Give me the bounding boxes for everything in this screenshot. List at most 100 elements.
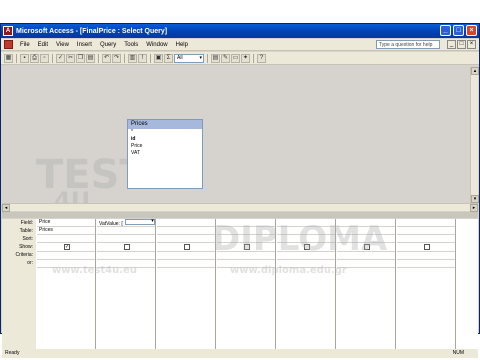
field-list-item[interactable]: VAT (128, 150, 202, 157)
field-cell[interactable] (157, 219, 215, 227)
doc-restore-button[interactable]: □ (457, 40, 466, 49)
field-list-item[interactable]: * (128, 129, 202, 136)
scroll-left-icon[interactable]: ◂ (2, 204, 10, 212)
menu-insert[interactable]: Insert (73, 42, 96, 48)
show-cell[interactable] (397, 244, 455, 252)
show-cell[interactable] (337, 244, 395, 252)
field-cell[interactable]: Price (37, 219, 95, 227)
table-cell[interactable] (97, 227, 155, 235)
field-cell[interactable] (277, 219, 335, 227)
field-list-item[interactable]: Price (128, 143, 202, 150)
sort-cell[interactable] (337, 235, 395, 243)
doc-minimize-button[interactable]: _ (447, 40, 456, 49)
build-icon[interactable]: ✎ (221, 53, 230, 63)
field-cell-text[interactable]: VatValue: [ (99, 221, 123, 227)
show-checkbox[interactable] (304, 244, 310, 250)
help-search-input[interactable]: Type a question for help (376, 40, 440, 49)
spelling-icon[interactable]: ✓ (56, 53, 65, 63)
close-button[interactable]: × (466, 25, 477, 36)
show-checkbox[interactable]: ✓ (64, 244, 70, 250)
database-window-icon[interactable]: ▭ (231, 53, 240, 63)
sort-cell[interactable] (97, 235, 155, 243)
or-cell[interactable] (37, 260, 95, 268)
menu-help[interactable]: Help (172, 42, 192, 48)
redo-icon[interactable]: ↷ (112, 53, 121, 63)
scroll-down-icon[interactable]: ▾ (471, 195, 479, 203)
field-dropdown[interactable] (124, 218, 155, 225)
print-icon[interactable]: ⎙ (30, 53, 39, 63)
pane-divider[interactable] (2, 212, 478, 218)
show-cell[interactable]: ✓ (37, 244, 95, 252)
criteria-cell[interactable] (157, 252, 215, 260)
or-cell[interactable] (337, 260, 395, 268)
criteria-cell[interactable] (97, 252, 155, 260)
sort-cell[interactable] (37, 235, 95, 243)
print-preview-icon[interactable]: ▫ (40, 53, 49, 63)
or-cell[interactable] (217, 260, 275, 268)
show-cell[interactable] (217, 244, 275, 252)
or-cell[interactable] (157, 260, 215, 268)
view-icon[interactable]: ▦ (4, 53, 13, 63)
maximize-button[interactable]: □ (453, 25, 464, 36)
table-cell[interactable] (337, 227, 395, 235)
table-cell[interactable]: Prices (37, 227, 95, 235)
paste-icon[interactable]: ▤ (86, 53, 95, 63)
minimize-button[interactable]: _ (440, 25, 451, 36)
table-cell[interactable] (157, 227, 215, 235)
show-checkbox[interactable] (424, 244, 430, 250)
table-cell[interactable] (397, 227, 455, 235)
field-list-item[interactable]: id (128, 136, 202, 143)
prices-table-box[interactable]: Prices * id Price VAT (127, 119, 203, 189)
criteria-cell[interactable] (397, 252, 455, 260)
criteria-cell[interactable] (277, 252, 335, 260)
doc-close-button[interactable]: × (467, 40, 476, 49)
or-cell[interactable] (397, 260, 455, 268)
table-cell[interactable] (217, 227, 275, 235)
cut-icon[interactable]: ✂ (66, 53, 75, 63)
table-cell[interactable] (277, 227, 335, 235)
menu-edit[interactable]: Edit (34, 42, 52, 48)
menu-view[interactable]: View (52, 42, 73, 48)
or-cell[interactable] (277, 260, 335, 268)
show-cell[interactable] (277, 244, 335, 252)
query-type-icon[interactable]: ▥ (128, 53, 137, 63)
sort-cell[interactable] (157, 235, 215, 243)
upper-vertical-scrollbar[interactable]: ▴ ▾ (470, 67, 479, 203)
or-cell[interactable] (97, 260, 155, 268)
menu-tools[interactable]: Tools (120, 42, 142, 48)
show-checkbox[interactable] (124, 244, 130, 250)
criteria-cell[interactable] (217, 252, 275, 260)
top-values-combo[interactable]: All (174, 53, 204, 63)
field-cell[interactable] (217, 219, 275, 227)
criteria-cell[interactable] (337, 252, 395, 260)
undo-icon[interactable]: ↶ (102, 53, 111, 63)
menu-file[interactable]: File (16, 42, 34, 48)
show-checkbox[interactable] (364, 244, 370, 250)
field-cell[interactable] (397, 219, 455, 227)
new-object-icon[interactable]: ✦ (241, 53, 250, 63)
show-checkbox[interactable] (244, 244, 250, 250)
query-doc-icon[interactable] (4, 40, 13, 49)
criteria-cell[interactable] (37, 252, 95, 260)
sort-cell[interactable] (397, 235, 455, 243)
sort-cell[interactable] (277, 235, 335, 243)
sort-cell[interactable] (217, 235, 275, 243)
properties-icon[interactable]: ▤ (211, 53, 220, 63)
field-cell[interactable] (337, 219, 395, 227)
totals-icon[interactable]: Σ (164, 53, 173, 63)
scroll-right-icon[interactable]: ▸ (470, 204, 478, 212)
save-icon[interactable]: ▪ (20, 53, 29, 63)
menu-window[interactable]: Window (142, 42, 171, 48)
show-cell[interactable] (157, 244, 215, 252)
scroll-up-icon[interactable]: ▴ (471, 67, 479, 75)
run-icon[interactable]: ! (138, 53, 147, 63)
help-icon[interactable]: ? (257, 53, 266, 63)
menu-query[interactable]: Query (96, 42, 120, 48)
copy-icon[interactable]: ❐ (76, 53, 85, 63)
table-box-title[interactable]: Prices (128, 120, 202, 129)
show-table-icon[interactable]: ▣ (154, 53, 163, 63)
upper-horizontal-scrollbar[interactable]: ◂ ▸ (2, 203, 478, 212)
show-cell[interactable] (97, 244, 155, 252)
field-cell[interactable]: VatValue: [ (97, 218, 155, 227)
show-checkbox[interactable] (184, 244, 190, 250)
